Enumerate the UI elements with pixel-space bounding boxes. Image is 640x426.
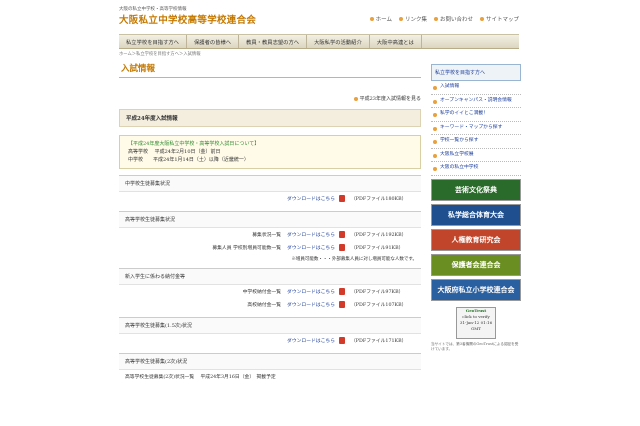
geotrust-seal[interactable]: GeoTrust click to verify 31-Jan-12 01:16… bbox=[456, 306, 496, 339]
pdf-icon bbox=[339, 337, 345, 344]
nav-item-teachers[interactable]: 教員・教員志望の方へ bbox=[239, 35, 308, 48]
pdf-size: （PDFファイル171KB） bbox=[351, 339, 407, 344]
box-title: 高等学校生徒募集(2次)状況 bbox=[119, 354, 421, 370]
box-note: ※増員可能数・・・外部募集人員に対し増員可能な人数です。 bbox=[291, 257, 417, 262]
top-link-links[interactable]: リンク集 bbox=[398, 15, 427, 23]
download-row: 高校納付金一覧 ダウンロードはこちら （PDFファイル107KB） bbox=[119, 298, 421, 311]
box-title: 高等学校生徒募集(1.5次)状況 bbox=[119, 318, 421, 334]
sidebar-item-open-campus[interactable]: オープンキャンパス・説明会情報 bbox=[431, 95, 521, 108]
info-box: 新入学生に係わる納付金等 中学校納付金一覧 ダウンロードはこちら （PDFファイ… bbox=[119, 268, 421, 311]
bullet-icon bbox=[353, 96, 358, 101]
sidebar-item-exam-info[interactable]: 入試情報 bbox=[431, 81, 521, 95]
pdf-size: （PDFファイル192KB） bbox=[351, 233, 407, 238]
download-link[interactable]: ダウンロードはこちら bbox=[287, 337, 335, 344]
bullet-icon bbox=[398, 17, 403, 21]
download-row: 募集状況一覧 ダウンロードはこちら （PDFファイル192KB） bbox=[119, 228, 421, 241]
box-title: 中学校生徒募集状況 bbox=[119, 176, 421, 192]
banner-human-rights[interactable]: 人権教育研究会 bbox=[431, 228, 521, 251]
schedule-row: 高等学校生徒募集(2次)状況一覧 平成24年3月16日（金） 掲載予定 bbox=[125, 375, 276, 380]
banner-parents-association[interactable]: 保護者会連合会 bbox=[431, 253, 521, 276]
row-label: 高校納付金一覧 bbox=[247, 303, 282, 308]
notice-title: 【平成24年度大阪私立中学校・高等学校入試日について】 bbox=[128, 141, 260, 147]
pdf-icon bbox=[339, 301, 345, 308]
pdf-size: （PDFファイル180KB） bbox=[351, 197, 407, 202]
pdf-icon bbox=[339, 195, 345, 202]
nav-item-about[interactable]: 大阪中高連とは bbox=[370, 35, 422, 48]
download-row: ダウンロードはこちら （PDFファイル171KB） bbox=[119, 334, 421, 347]
banner-sports-meet[interactable]: 私学総合体育大会 bbox=[431, 203, 521, 226]
prev-year-link[interactable]: 平成23年度入試情報を見る bbox=[119, 95, 421, 102]
sidebar-item-highlights[interactable]: 私学のイイとこ満載！ bbox=[431, 108, 521, 122]
top-link-sitemap[interactable]: サイトマップ bbox=[479, 15, 519, 23]
pdf-icon bbox=[339, 231, 345, 238]
banner-arts-festival[interactable]: 芸術文化祭典 bbox=[431, 178, 521, 201]
row-label: 募集状況一覧 bbox=[252, 233, 282, 238]
download-link[interactable]: ダウンロードはこちら bbox=[287, 301, 335, 308]
page: 大阪の私立中学校・高等学校情報 大阪私立中学校高等学校連合会 ホーム リンク集 … bbox=[113, 0, 527, 426]
download-link[interactable]: ダウンロードはこちら bbox=[287, 244, 335, 251]
banner-elementary-association[interactable]: 大阪府私立小学校連合会 bbox=[431, 278, 521, 301]
info-box: 高等学校生徒募集(1.5次)状況 ダウンロードはこちら （PDFファイル171K… bbox=[119, 317, 421, 347]
exam-date-notice: 【平成24年度大阪私立中学校・高等学校入試日について】 高等学校 平成24年2月… bbox=[119, 135, 421, 169]
sidebar: 私立学校を目指す方へ 入試情報 オープンキャンパス・説明会情報 私学のイイとこ満… bbox=[431, 64, 521, 352]
top-link-contact[interactable]: お問い合わせ bbox=[433, 15, 473, 23]
download-row: ダウンロードはこちら （PDFファイル180KB） bbox=[119, 192, 421, 205]
info-box: 中学校生徒募集状況 ダウンロードはこちら （PDFファイル180KB） bbox=[119, 175, 421, 205]
pdf-size: （PDFファイル107KB） bbox=[351, 303, 407, 308]
pdf-size: （PDFファイル97KB） bbox=[351, 290, 404, 295]
top-link-home[interactable]: ホーム bbox=[369, 15, 392, 23]
download-row: 募集人員 学校別増員可能数一覧 ダウンロードはこちら （PDFファイル91KB） bbox=[119, 241, 421, 254]
row-label: 募集人員 学校別増員可能数一覧 bbox=[212, 246, 282, 251]
section-title: 平成24年度入試情報 bbox=[119, 109, 421, 127]
download-link[interactable]: ダウンロードはこちら bbox=[287, 288, 335, 295]
box-title: 高等学校生徒募集状況 bbox=[119, 212, 421, 228]
pdf-icon bbox=[339, 244, 345, 251]
sidebar-item-school-fair[interactable]: 大阪私立学校展 bbox=[431, 149, 521, 162]
info-box: 高等学校生徒募集(2次)状況 高等学校生徒募集(2次)状況一覧 平成24年3月1… bbox=[119, 353, 421, 383]
notice-line: 中学校 平成24年1月14日（土）以降（近畿統一） bbox=[128, 157, 249, 163]
page-title: 入試情報 bbox=[119, 60, 421, 78]
geotrust-sub: click to verify bbox=[462, 313, 490, 319]
sidebar-item-school-list[interactable]: 学校一覧から探す bbox=[431, 135, 521, 149]
nav-item-activities[interactable]: 大阪私学の活動紹介 bbox=[307, 35, 370, 48]
sidebar-footnote: 当サイトでは、第3者機関のGeoTrustによる認証を受けています。 bbox=[431, 341, 519, 351]
pdf-icon bbox=[339, 288, 345, 295]
download-row: 中学校納付金一覧 ダウンロードはこちら （PDFファイル97KB） bbox=[119, 285, 421, 298]
download-link[interactable]: ダウンロードはこちら bbox=[287, 231, 335, 238]
bullet-icon bbox=[369, 17, 374, 21]
info-box: 高等学校生徒募集状況 募集状況一覧 ダウンロードはこちら （PDFファイル192… bbox=[119, 211, 421, 262]
pdf-size: （PDFファイル91KB） bbox=[351, 246, 404, 251]
site-title[interactable]: 大阪私立中学校高等学校連合会 bbox=[119, 12, 256, 26]
geotrust-date: 31-Jan-12 01:16 GMT bbox=[459, 319, 493, 331]
row-label: 中学校納付金一覧 bbox=[242, 290, 282, 295]
notice-line: 高等学校 平成24年2月10日（金）前日 bbox=[128, 149, 221, 155]
download-link[interactable]: ダウンロードはこちら bbox=[287, 195, 335, 202]
nav-item-parents[interactable]: 保護者の皆様へ bbox=[187, 35, 240, 48]
bullet-icon bbox=[433, 17, 438, 21]
sidebar-heading: 私立学校を目指す方へ bbox=[431, 64, 521, 81]
box-title: 新入学生に係わる納付金等 bbox=[119, 269, 421, 285]
sidebar-item-keyword-search[interactable]: キーワード・マップから探す bbox=[431, 122, 521, 135]
main-content: 入試情報 平成23年度入試情報を見る 平成24年度入試情報 【平成24年度大阪私… bbox=[119, 60, 421, 383]
nav-item-students[interactable]: 私立学校を目指す方へ bbox=[119, 35, 187, 48]
main-nav: 私立学校を目指す方へ 保護者の皆様へ 教員・教員志望の方へ 大阪私学の活動紹介 … bbox=[119, 34, 519, 49]
bullet-icon bbox=[479, 17, 484, 21]
top-links: ホーム リンク集 お問い合わせ サイトマップ bbox=[369, 15, 519, 23]
sidebar-item-junior-high[interactable]: 大阪の私立中学校 bbox=[431, 162, 521, 176]
breadcrumb[interactable]: ホーム＞私立学校を目指す方へ＞入試情報 bbox=[119, 51, 201, 57]
